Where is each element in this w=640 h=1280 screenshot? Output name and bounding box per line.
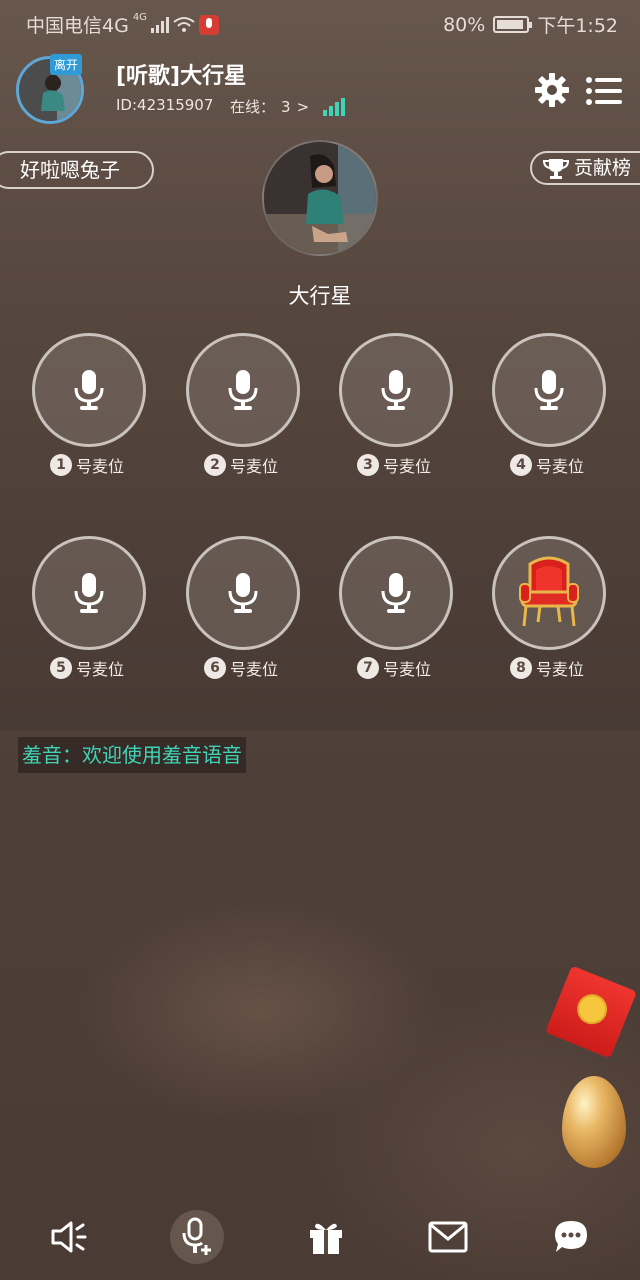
battery-percent: 80% xyxy=(443,13,486,36)
seat-circle[interactable] xyxy=(32,536,146,650)
carrier-name: 中国电信4G xyxy=(26,15,129,37)
seat-label: 8 号麦位 xyxy=(510,656,584,680)
seat-text: 号麦位 xyxy=(230,457,279,476)
seat-circle[interactable] xyxy=(186,536,300,650)
seat-number: 8 xyxy=(510,657,532,679)
microphone-icon xyxy=(74,370,104,410)
mic-seat-8[interactable]: 8 号麦位 xyxy=(492,536,608,686)
battery-icon xyxy=(493,16,533,33)
menu-list-icon[interactable] xyxy=(586,76,622,106)
clock: 下午1:52 xyxy=(537,15,618,37)
away-badge: 离开 xyxy=(50,54,83,75)
gift-icon xyxy=(310,1223,342,1254)
seat-label: 1 号麦位 xyxy=(50,453,124,477)
microphone-icon xyxy=(534,370,564,410)
mail-button[interactable] xyxy=(421,1210,475,1264)
microphone-icon xyxy=(228,370,258,410)
red-throne-chair-icon xyxy=(519,556,579,627)
trophy-icon xyxy=(542,159,570,179)
microphone-icon xyxy=(381,370,411,410)
host-photo xyxy=(264,142,376,254)
seat-label: 4 号麦位 xyxy=(510,453,584,477)
seat-text: 号麦位 xyxy=(230,660,279,679)
settings-gear-icon[interactable] xyxy=(534,72,570,108)
seat-label: 5 号麦位 xyxy=(50,656,124,680)
online-count: 3 xyxy=(281,97,291,116)
seat-label: 2 号麦位 xyxy=(204,453,278,477)
online-arrow: > xyxy=(296,97,310,116)
user-nickname-pill[interactable]: 好啦嗯兔子 xyxy=(0,151,154,189)
mic-seat-1[interactable]: 1 号麦位 xyxy=(32,333,148,483)
microphone-icon xyxy=(74,573,104,613)
mic-join-button[interactable] xyxy=(170,1210,224,1264)
speaker-icon xyxy=(51,1221,87,1253)
seat-circle[interactable] xyxy=(339,536,453,650)
seat-circle[interactable] xyxy=(32,333,146,447)
seat-text: 号麦位 xyxy=(76,457,125,476)
seat-number: 6 xyxy=(204,657,226,679)
seat-circle[interactable] xyxy=(186,333,300,447)
network-type: 4G xyxy=(132,12,147,23)
seat-number: 5 xyxy=(50,657,72,679)
mic-seat-5[interactable]: 5 号麦位 xyxy=(32,536,148,686)
seat-label: 6 号麦位 xyxy=(204,656,278,680)
seat-number: 2 xyxy=(204,454,226,476)
seat-label: 7 号麦位 xyxy=(357,656,431,680)
seat-text: 号麦位 xyxy=(76,660,125,679)
mail-icon xyxy=(428,1221,468,1253)
seat-circle[interactable] xyxy=(492,536,606,650)
host-name: 大行星 xyxy=(288,284,352,308)
speaker-button[interactable] xyxy=(42,1210,96,1264)
seat-number: 4 xyxy=(510,454,532,476)
mic-seat-7[interactable]: 7 号麦位 xyxy=(339,536,455,686)
mic-seat-4[interactable]: 4 号麦位 xyxy=(492,333,608,483)
room-id: ID:42315907 xyxy=(116,96,214,114)
microphone-icon xyxy=(228,573,258,613)
contribution-ranking-button[interactable]: 贡献榜 xyxy=(530,151,640,185)
seat-number: 1 xyxy=(50,454,72,476)
gift-button[interactable] xyxy=(299,1210,353,1264)
seat-text: 号麦位 xyxy=(383,457,432,476)
wifi-icon xyxy=(173,16,195,32)
recording-mic-icon xyxy=(198,14,219,35)
golden-egg-icon[interactable] xyxy=(562,1076,626,1168)
status-bar: 中国电信4G 4G 80% 下午1:52 xyxy=(0,0,640,44)
red-envelope-icon[interactable] xyxy=(545,965,637,1059)
coin-icon xyxy=(572,989,612,1029)
seat-number: 3 xyxy=(357,454,379,476)
bottom-toolbar xyxy=(0,1200,640,1280)
chat-icon xyxy=(555,1221,587,1252)
seat-circle[interactable] xyxy=(339,333,453,447)
online-count-button[interactable]: 在线： 3 > xyxy=(230,96,346,117)
seat-text: 号麦位 xyxy=(383,660,432,679)
mic-add-icon xyxy=(182,1217,211,1255)
seat-text: 号麦位 xyxy=(536,660,585,679)
mic-seat-2[interactable]: 2 号麦位 xyxy=(186,333,302,483)
online-label: 在线： xyxy=(230,98,276,116)
signal-icon xyxy=(150,16,169,33)
seat-text: 号麦位 xyxy=(536,457,585,476)
chat-button[interactable] xyxy=(544,1210,598,1264)
system-welcome-message: 羞音：欢迎使用羞音语音 xyxy=(18,737,246,773)
carrier-info: 中国电信4G 4G xyxy=(26,11,219,38)
seat-circle[interactable] xyxy=(492,333,606,447)
room-title: [听歌]大行星 xyxy=(116,64,247,89)
microphone-icon xyxy=(381,573,411,613)
mic-seat-3[interactable]: 3 号麦位 xyxy=(339,333,455,483)
ranking-label: 贡献榜 xyxy=(574,157,632,179)
host-avatar[interactable] xyxy=(262,140,378,256)
mic-seat-6[interactable]: 6 号麦位 xyxy=(186,536,302,686)
seat-label: 3 号麦位 xyxy=(357,453,431,477)
seat-number: 7 xyxy=(357,657,379,679)
status-right: 80% 下午1:52 xyxy=(443,11,618,38)
online-signal-icon xyxy=(323,97,346,116)
